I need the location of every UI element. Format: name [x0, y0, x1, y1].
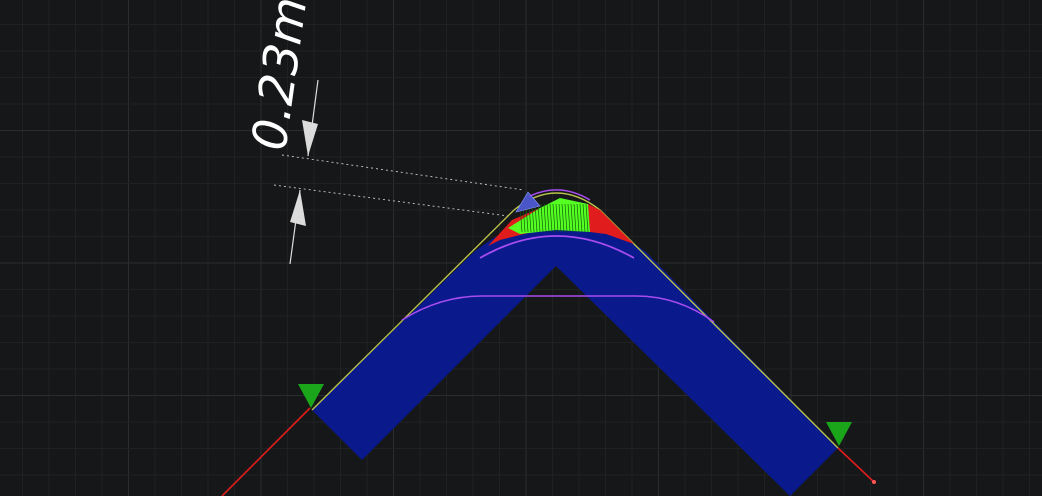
dimension-arrow-bottom: [290, 190, 306, 226]
dimension-arrow-top: [302, 120, 318, 156]
left-axis-line: [221, 407, 311, 496]
right-axis-line: [837, 447, 875, 483]
cad-canvas[interactable]: 0.23mm: [0, 0, 1042, 496]
cad-viewport[interactable]: 0.23mm: [0, 0, 1042, 496]
dimension-extension-top: [281, 154, 525, 191]
bent-part-body[interactable]: [312, 219, 838, 496]
hatch-blue-triangle: [515, 191, 541, 213]
hatch-green-region: [508, 198, 590, 234]
right-axis-endpoint: [872, 480, 876, 484]
